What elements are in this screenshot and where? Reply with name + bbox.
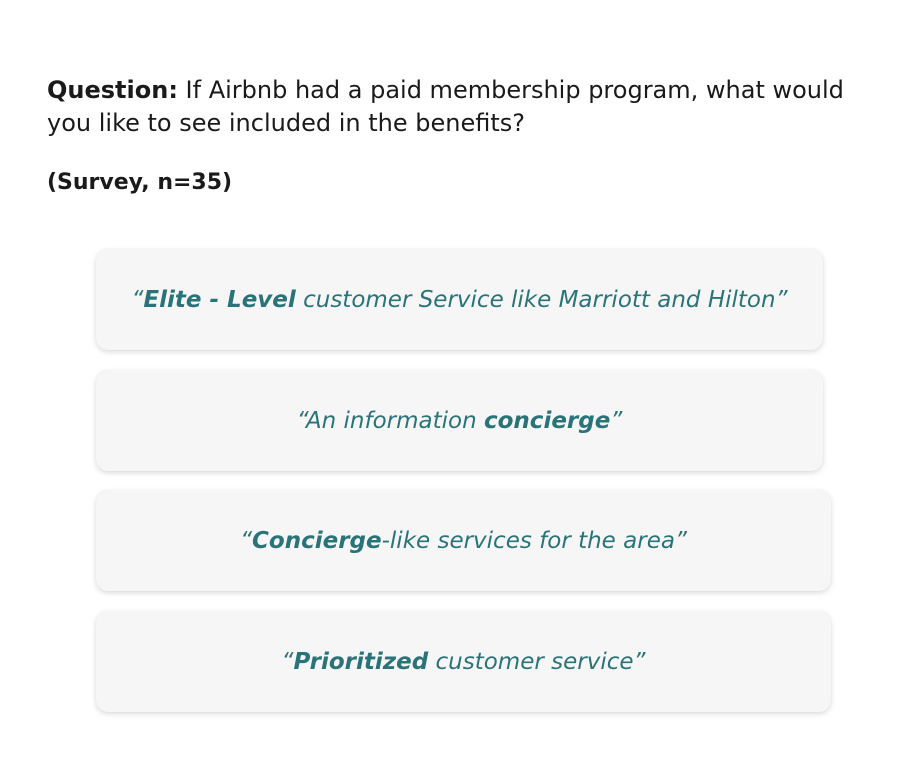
- quote-open-mark: “An information: [296, 407, 484, 434]
- quote-body: customer service: [428, 648, 634, 675]
- quote-body: customer Service like Marriott and Hilto…: [295, 286, 776, 313]
- quote-open-mark: “: [281, 648, 294, 675]
- quote-open-mark: “: [131, 286, 144, 313]
- quote-card: “Elite - Level customer Service like Mar…: [96, 249, 823, 350]
- question-label: Question:: [47, 76, 178, 104]
- quote-text: “An information concierge”: [297, 408, 623, 434]
- quote-text: “Prioritized customer service”: [282, 649, 646, 675]
- quote-text: “Elite - Level customer Service like Mar…: [131, 287, 787, 313]
- quote-card: “Concierge-like services for the area”: [96, 490, 831, 591]
- quote-text: “Concierge-like services for the area”: [240, 528, 687, 554]
- quote-card: “An information concierge”: [96, 370, 823, 471]
- quote-close-mark: ”: [775, 286, 788, 313]
- quote-emphasis: concierge: [484, 407, 611, 434]
- quote-emphasis: Prioritized: [293, 648, 429, 675]
- survey-sample-size: (Survey, n=35): [47, 170, 233, 195]
- survey-question: Question: If Airbnb had a paid membershi…: [47, 74, 847, 140]
- quote-body: -like services for the area: [381, 527, 675, 554]
- quote-close-mark: ”: [674, 527, 687, 554]
- quote-emphasis: Concierge: [252, 527, 382, 554]
- quote-emphasis: Elite - Level: [143, 286, 296, 313]
- quote-close-mark: ”: [633, 648, 646, 675]
- quote-card: “Prioritized customer service”: [96, 611, 831, 712]
- quote-open-mark: “: [240, 527, 253, 554]
- quote-close-mark: ”: [610, 407, 623, 434]
